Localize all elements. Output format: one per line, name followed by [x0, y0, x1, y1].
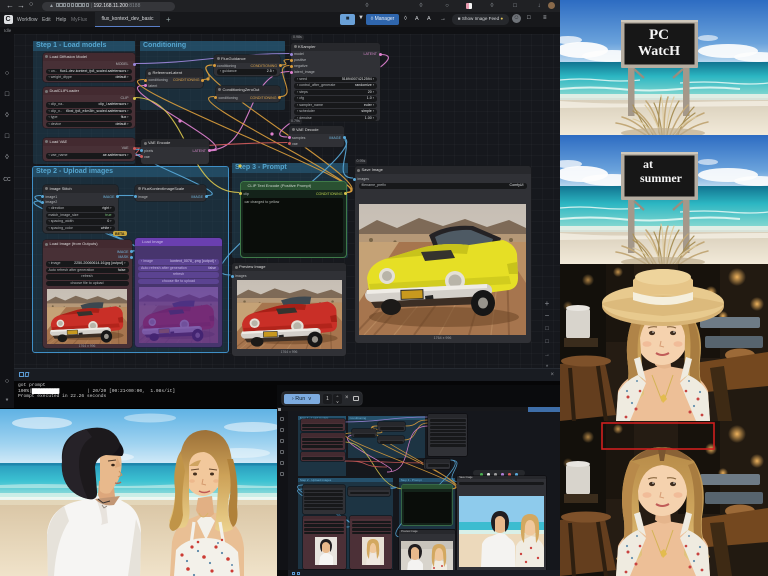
svg-text:at: at [643, 157, 653, 171]
svg-text:WatcH: WatcH [638, 44, 680, 59]
svg-text:PC: PC [649, 27, 669, 43]
svg-text:summer: summer [640, 171, 683, 185]
